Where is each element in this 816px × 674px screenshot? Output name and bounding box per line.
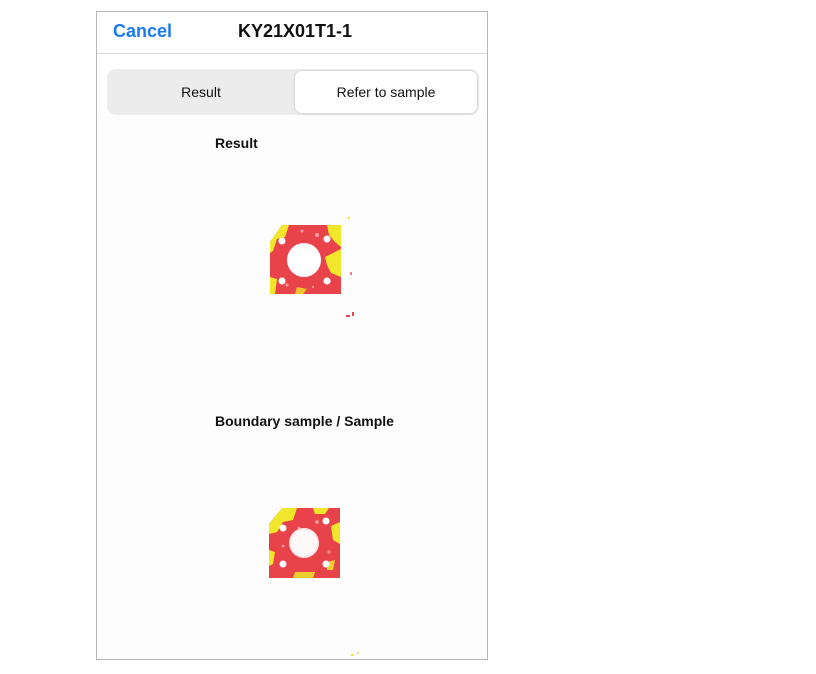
part-corner-hole [322, 560, 330, 568]
page-title: KY21X01T1-1 [238, 21, 353, 41]
segmented-control: Result Refer to sample [107, 69, 479, 115]
part-center-hole [287, 243, 321, 277]
boundary-sample-section-title: Boundary sample / Sample [215, 413, 394, 429]
tab-refer-to-sample[interactable]: Refer to sample [295, 71, 477, 113]
part-corner-hole [278, 237, 286, 245]
sample-part-image [269, 508, 359, 656]
tab-result[interactable]: Result [109, 71, 293, 113]
result-section-title: Result [215, 135, 258, 151]
part-corner-hole [279, 560, 287, 568]
result-part-image [270, 217, 354, 317]
part-corner-hole [323, 235, 331, 243]
part-corner-hole [322, 517, 330, 525]
navigation-bar: Cancel KY21X01T1-1 [97, 12, 487, 54]
part-corner-hole [323, 277, 331, 285]
cancel-button[interactable]: Cancel [113, 21, 172, 42]
part-corner-hole [279, 524, 287, 532]
part-yellow-patch [293, 572, 315, 578]
part-corner-hole [278, 277, 286, 285]
app-screen: Cancel KY21X01T1-1 Result Refer to sampl… [96, 11, 488, 660]
